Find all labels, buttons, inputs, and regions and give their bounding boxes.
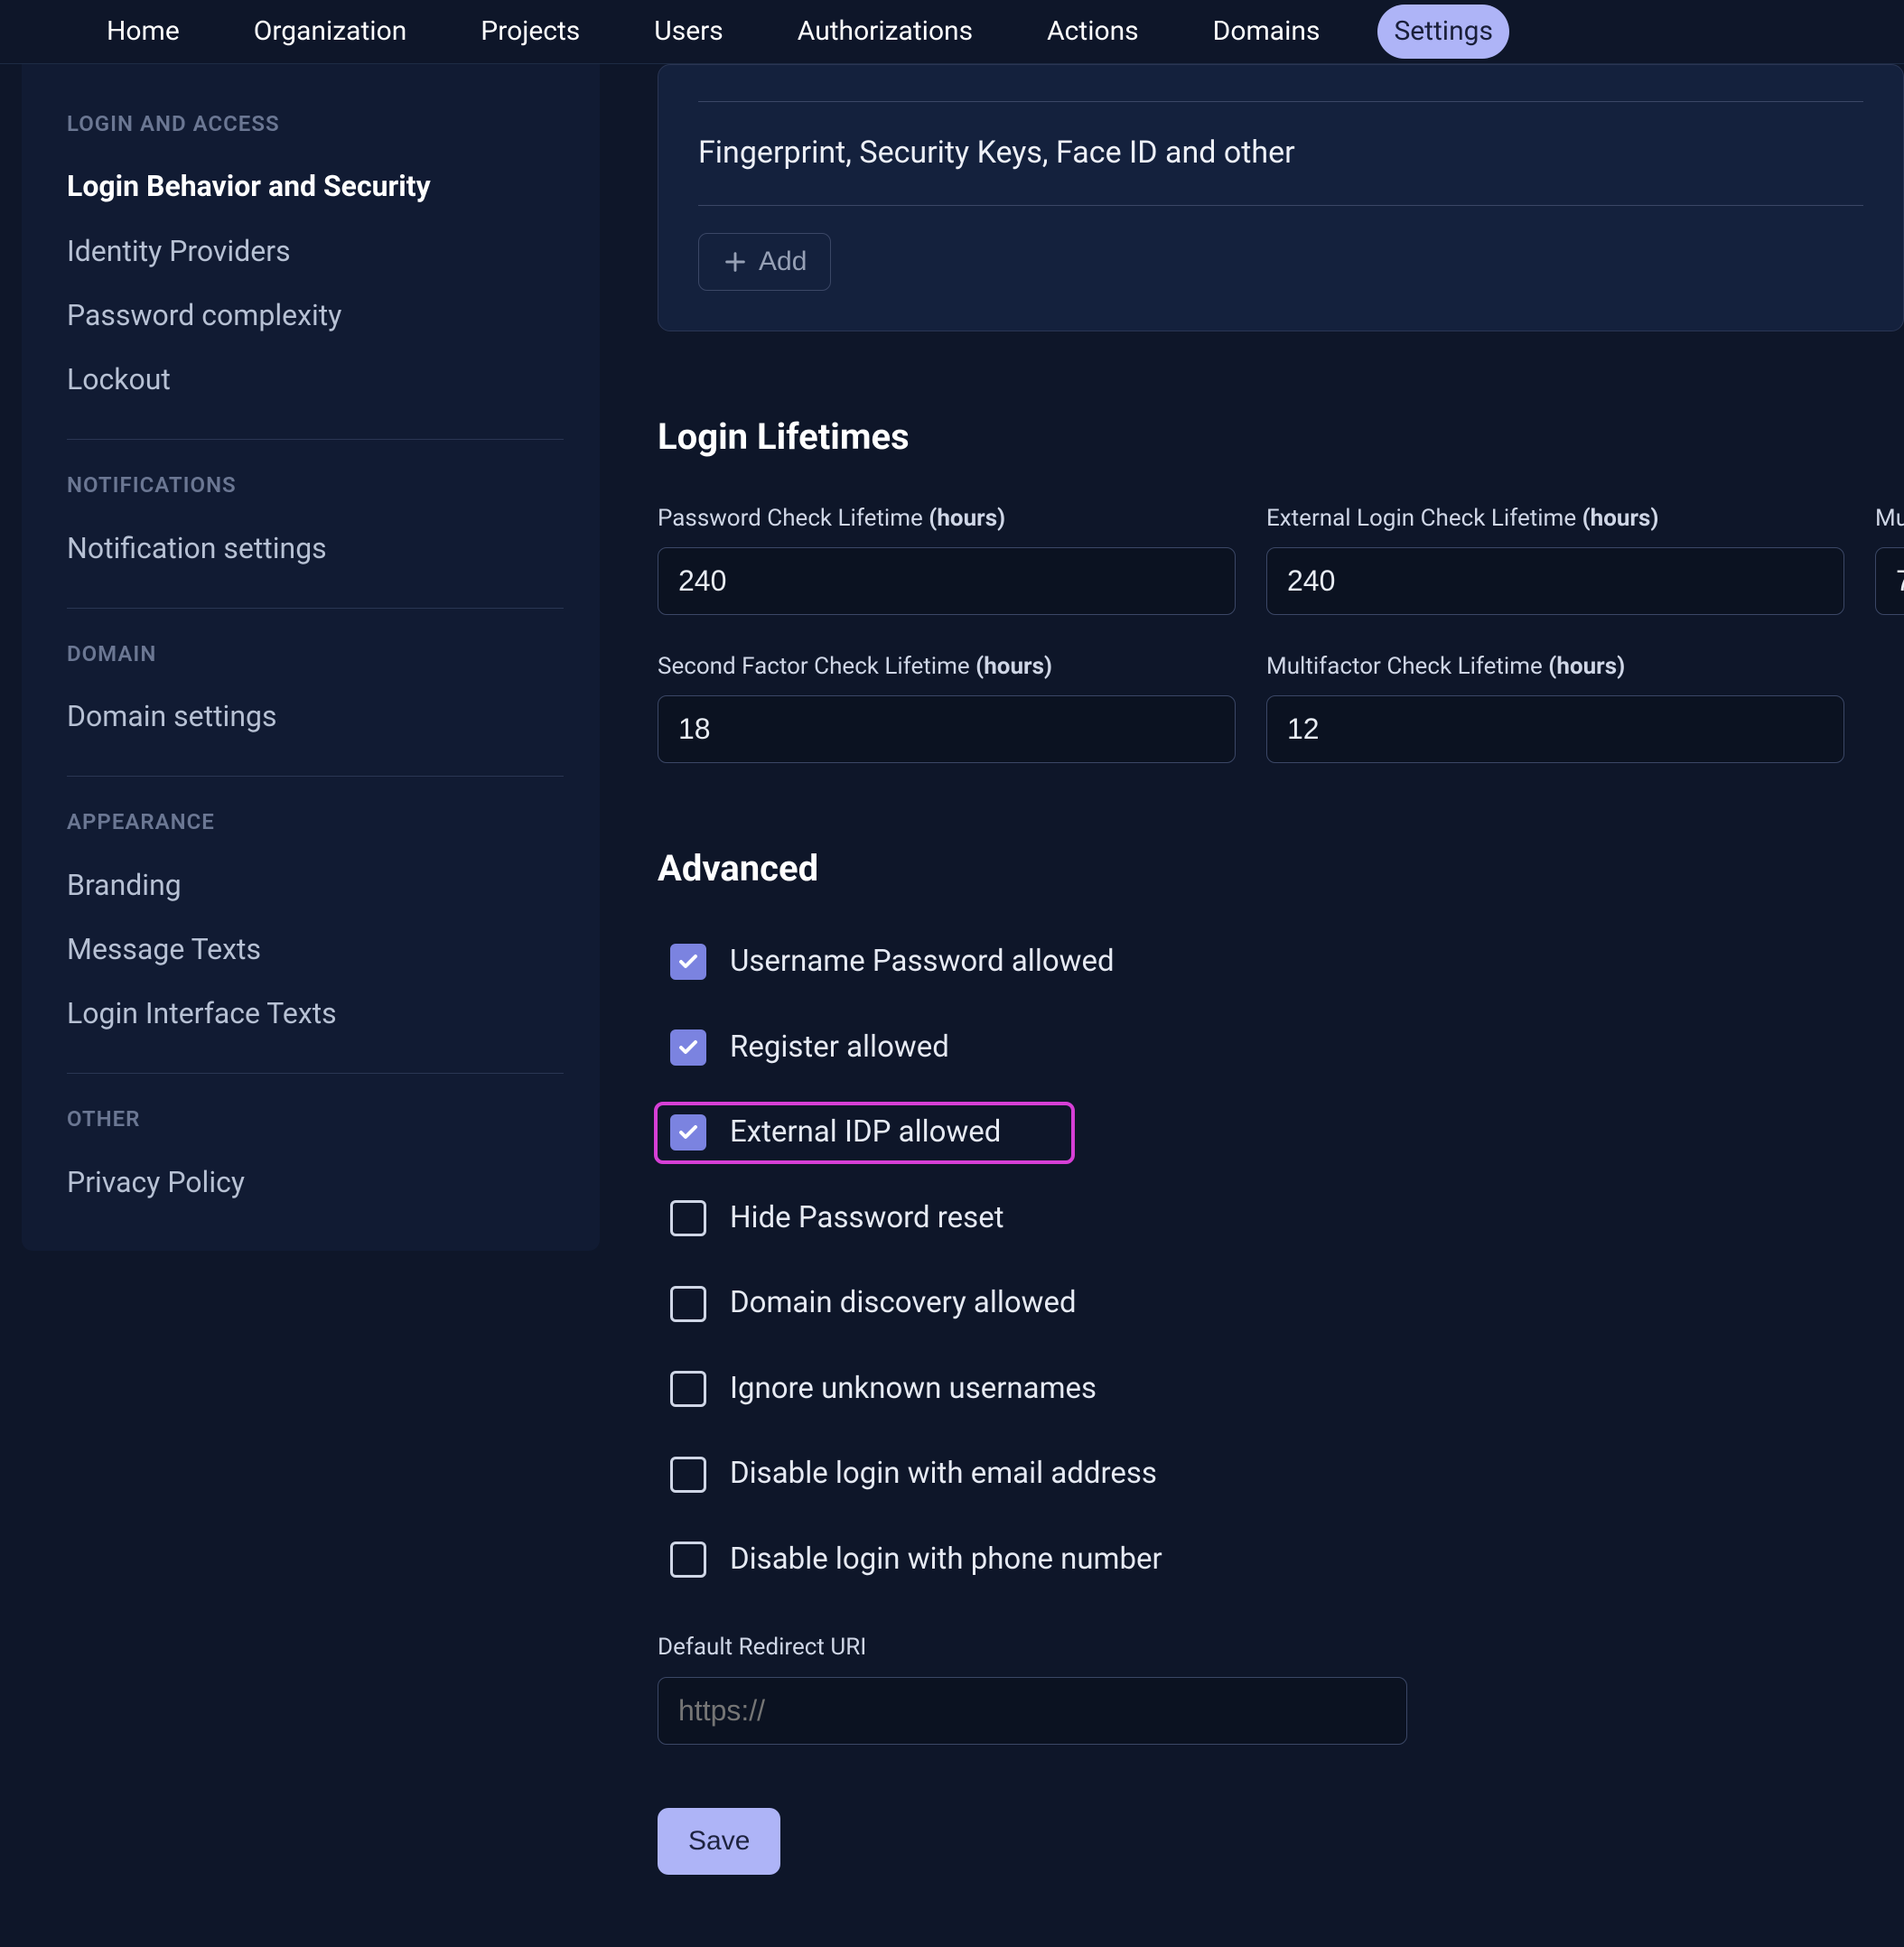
sidebar-item-identity-providers[interactable]: Identity Providers [67, 219, 564, 284]
divider [67, 608, 564, 609]
sidebar-group-label: APPEARANCE [67, 807, 564, 836]
divider [67, 1073, 564, 1074]
checkbox-label: Domain discovery allowed [730, 1283, 1077, 1324]
checkbox-label: External IDP allowed [730, 1113, 1001, 1153]
checkbox-register-allowed[interactable]: Register allowed [658, 1020, 1904, 1076]
sidebar-item-message-texts[interactable]: Message Texts [67, 918, 564, 982]
checkbox-disable-login-with-email-address[interactable]: Disable login with email address [658, 1447, 1904, 1502]
checkbox-label: Username Password allowed [730, 942, 1115, 983]
check-icon [677, 1037, 699, 1058]
mfa-method-line: Fingerprint, Security Keys, Face ID and … [698, 102, 1863, 205]
nav-actions[interactable]: Actions [1031, 5, 1155, 60]
checkbox-box [670, 1114, 706, 1150]
field-label: Password Check Lifetime (hours) [658, 503, 1236, 535]
field-label: Second Factor Check Lifetime (hours) [658, 651, 1236, 683]
checkbox-label: Ignore unknown usernames [730, 1369, 1097, 1410]
divider [67, 439, 564, 440]
nav-home[interactable]: Home [90, 5, 196, 60]
field-label: External Login Check Lifetime (hours) [1266, 503, 1844, 535]
lifetime-input[interactable] [658, 547, 1236, 615]
checkbox-hide-password-reset[interactable]: Hide Password reset [658, 1191, 1904, 1246]
sidebar-item-branding[interactable]: Branding [67, 853, 564, 918]
sidebar-item-password-complexity[interactable]: Password complexity [67, 284, 564, 348]
redirect-uri-label: Default Redirect URI [658, 1632, 1407, 1663]
checkbox-disable-login-with-phone-number[interactable]: Disable login with phone number [658, 1532, 1904, 1588]
add-button-label: Add [759, 247, 807, 277]
sidebar-group-label: DOMAIN [67, 639, 564, 668]
nav-users[interactable]: Users [638, 5, 740, 60]
section-login-lifetimes: Login Lifetimes [658, 413, 1904, 461]
lifetime-field: Password Check Lifetime (hours) [658, 503, 1236, 615]
field-label: Multifactor Check Lifetime (hours) [1266, 651, 1844, 683]
divider [67, 776, 564, 777]
checkbox-box [670, 1286, 706, 1322]
redirect-uri-field: Default Redirect URI [658, 1632, 1407, 1744]
nav-projects[interactable]: Projects [464, 5, 596, 60]
lifetime-input[interactable] [1266, 695, 1844, 763]
checkbox-box [670, 1542, 706, 1578]
lifetime-input[interactable] [1875, 547, 1904, 615]
top-nav: Home Organization Projects Users Authorizati… [0, 0, 1904, 64]
checkbox-box [670, 944, 706, 980]
sidebar-group-label: NOTIFICATIONS [67, 470, 564, 499]
lifetime-input[interactable] [658, 695, 1236, 763]
sidebar-item-login-behavior-and-security[interactable]: Login Behavior and Security [67, 154, 564, 219]
sidebar-group-label: LOGIN AND ACCESS [67, 109, 564, 138]
sidebar-group-label: OTHER [67, 1104, 564, 1133]
check-icon [677, 1122, 699, 1143]
check-icon [677, 951, 699, 973]
checkbox-box [670, 1200, 706, 1236]
sidebar-item-domain-settings[interactable]: Domain settings [67, 685, 564, 749]
sidebar-item-lockout[interactable]: Lockout [67, 348, 564, 412]
checkbox-label: Disable login with email address [730, 1454, 1157, 1495]
checkbox-label: Register allowed [730, 1028, 949, 1068]
sidebar-item-privacy-policy[interactable]: Privacy Policy [67, 1150, 564, 1215]
plus-icon [723, 249, 748, 275]
add-button[interactable]: Add [698, 233, 831, 291]
field-label: Multifac [1875, 503, 1904, 535]
sidebar-item-login-interface-texts[interactable]: Login Interface Texts [67, 982, 564, 1046]
checkbox-box [670, 1029, 706, 1066]
checkbox-username-password-allowed[interactable]: Username Password allowed [658, 935, 1904, 990]
advanced-checklist: Username Password allowed Register allowe… [658, 935, 1904, 1587]
mfa-card: Fingerprint, Security Keys, Face ID and … [658, 64, 1904, 331]
checkbox-domain-discovery-allowed[interactable]: Domain discovery allowed [658, 1276, 1904, 1331]
checkbox-label: Disable login with phone number [730, 1540, 1162, 1580]
lifetime-field: Second Factor Check Lifetime (hours) [658, 651, 1236, 763]
lifetimes-grid: Password Check Lifetime (hours) External … [658, 503, 1904, 763]
redirect-uri-input[interactable] [658, 1677, 1407, 1745]
lifetime-input[interactable] [1266, 547, 1844, 615]
nav-authorizations[interactable]: Authorizations [781, 5, 989, 60]
checkbox-external-idp-allowed[interactable]: External IDP allowed [658, 1105, 1071, 1160]
save-button[interactable]: Save [658, 1808, 780, 1875]
sidebar-item-notification-settings[interactable]: Notification settings [67, 517, 564, 581]
checkbox-label: Hide Password reset [730, 1198, 1004, 1239]
lifetime-field: Multifactor Check Lifetime (hours) [1266, 651, 1844, 763]
nav-settings[interactable]: Settings [1377, 5, 1509, 60]
section-advanced: Advanced [658, 844, 1904, 893]
nav-organization[interactable]: Organization [238, 5, 424, 60]
nav-domains[interactable]: Domains [1197, 5, 1337, 60]
checkbox-ignore-unknown-usernames[interactable]: Ignore unknown usernames [658, 1362, 1904, 1417]
lifetime-field: External Login Check Lifetime (hours) [1266, 503, 1844, 615]
checkbox-box [670, 1457, 706, 1493]
settings-sidebar: LOGIN AND ACCESS Login Behavior and Secur… [22, 64, 600, 1251]
checkbox-box [670, 1371, 706, 1407]
lifetime-field: Multifac [1875, 503, 1904, 615]
main-content: Fingerprint, Security Keys, Face ID and … [621, 64, 1904, 1947]
